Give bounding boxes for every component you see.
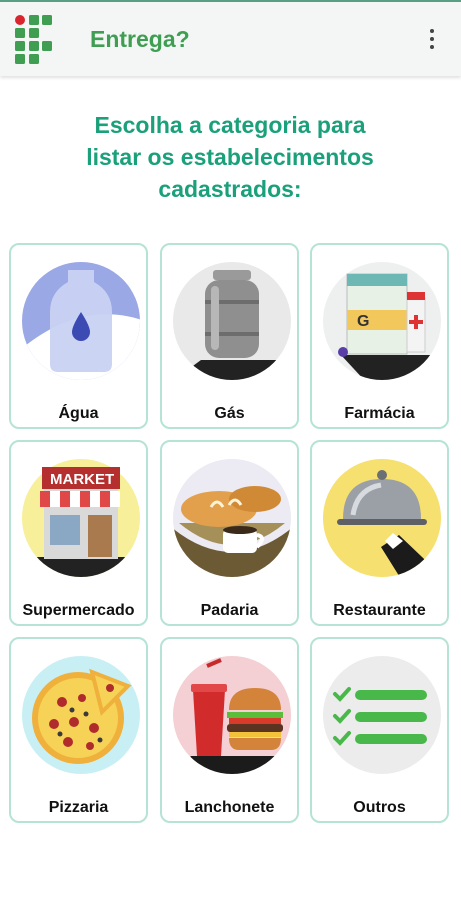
water-jug-icon [22, 262, 140, 380]
category-card-farmacia[interactable]: G Farmácia [310, 243, 449, 429]
pizza-icon [22, 656, 140, 774]
checklist-icon [323, 656, 441, 774]
more-vert-icon-dot [430, 37, 434, 41]
category-card-outros[interactable]: Outros [310, 637, 449, 823]
heading-line: listar os estabelecimentos [86, 144, 374, 170]
category-label: Restaurante [333, 602, 426, 619]
category-label: Lanchonete [184, 799, 275, 816]
category-card-lanchonete[interactable]: Lanchonete [160, 637, 299, 823]
heading-line: Escolha a categoria para [94, 112, 366, 138]
category-card-padaria[interactable]: Padaria [160, 440, 299, 626]
category-label: Água [58, 405, 99, 422]
app-bar: Entrega? [0, 0, 461, 76]
burger-icon [173, 656, 291, 774]
svg-text:G: G [357, 313, 369, 330]
category-card-agua[interactable]: Água [9, 243, 148, 429]
category-label: Padaria [200, 602, 259, 619]
category-label: Outros [353, 799, 406, 816]
category-card-supermercado[interactable]: MARKET Supermercado [9, 440, 148, 626]
more-vert-icon-dot [430, 45, 434, 49]
gas-cylinder-icon [173, 262, 291, 380]
category-card-pizzaria[interactable]: Pizzaria [9, 637, 148, 823]
heading-line: cadastrados: [158, 176, 302, 202]
pharmacy-icon: G [323, 262, 441, 380]
category-label: Pizzaria [48, 799, 109, 816]
svg-text:MARKET: MARKET [50, 471, 114, 488]
category-card-gas[interactable]: Gás [160, 243, 299, 429]
cloche-icon [323, 459, 441, 577]
more-vert-icon [430, 29, 434, 33]
category-label: Supermercado [22, 602, 135, 619]
app-title: Entrega? [90, 26, 190, 52]
category-card-restaurante[interactable]: Restaurante [310, 440, 449, 626]
category-label: Gás [214, 405, 245, 422]
app-logo [15, 15, 52, 64]
overflow-menu-button[interactable] [422, 24, 442, 54]
bread-coffee-icon [173, 459, 291, 577]
category-label: Farmácia [344, 405, 415, 422]
market-icon: MARKET [22, 459, 140, 577]
page-heading: Escolha a categoria para listar os estab… [40, 109, 420, 205]
